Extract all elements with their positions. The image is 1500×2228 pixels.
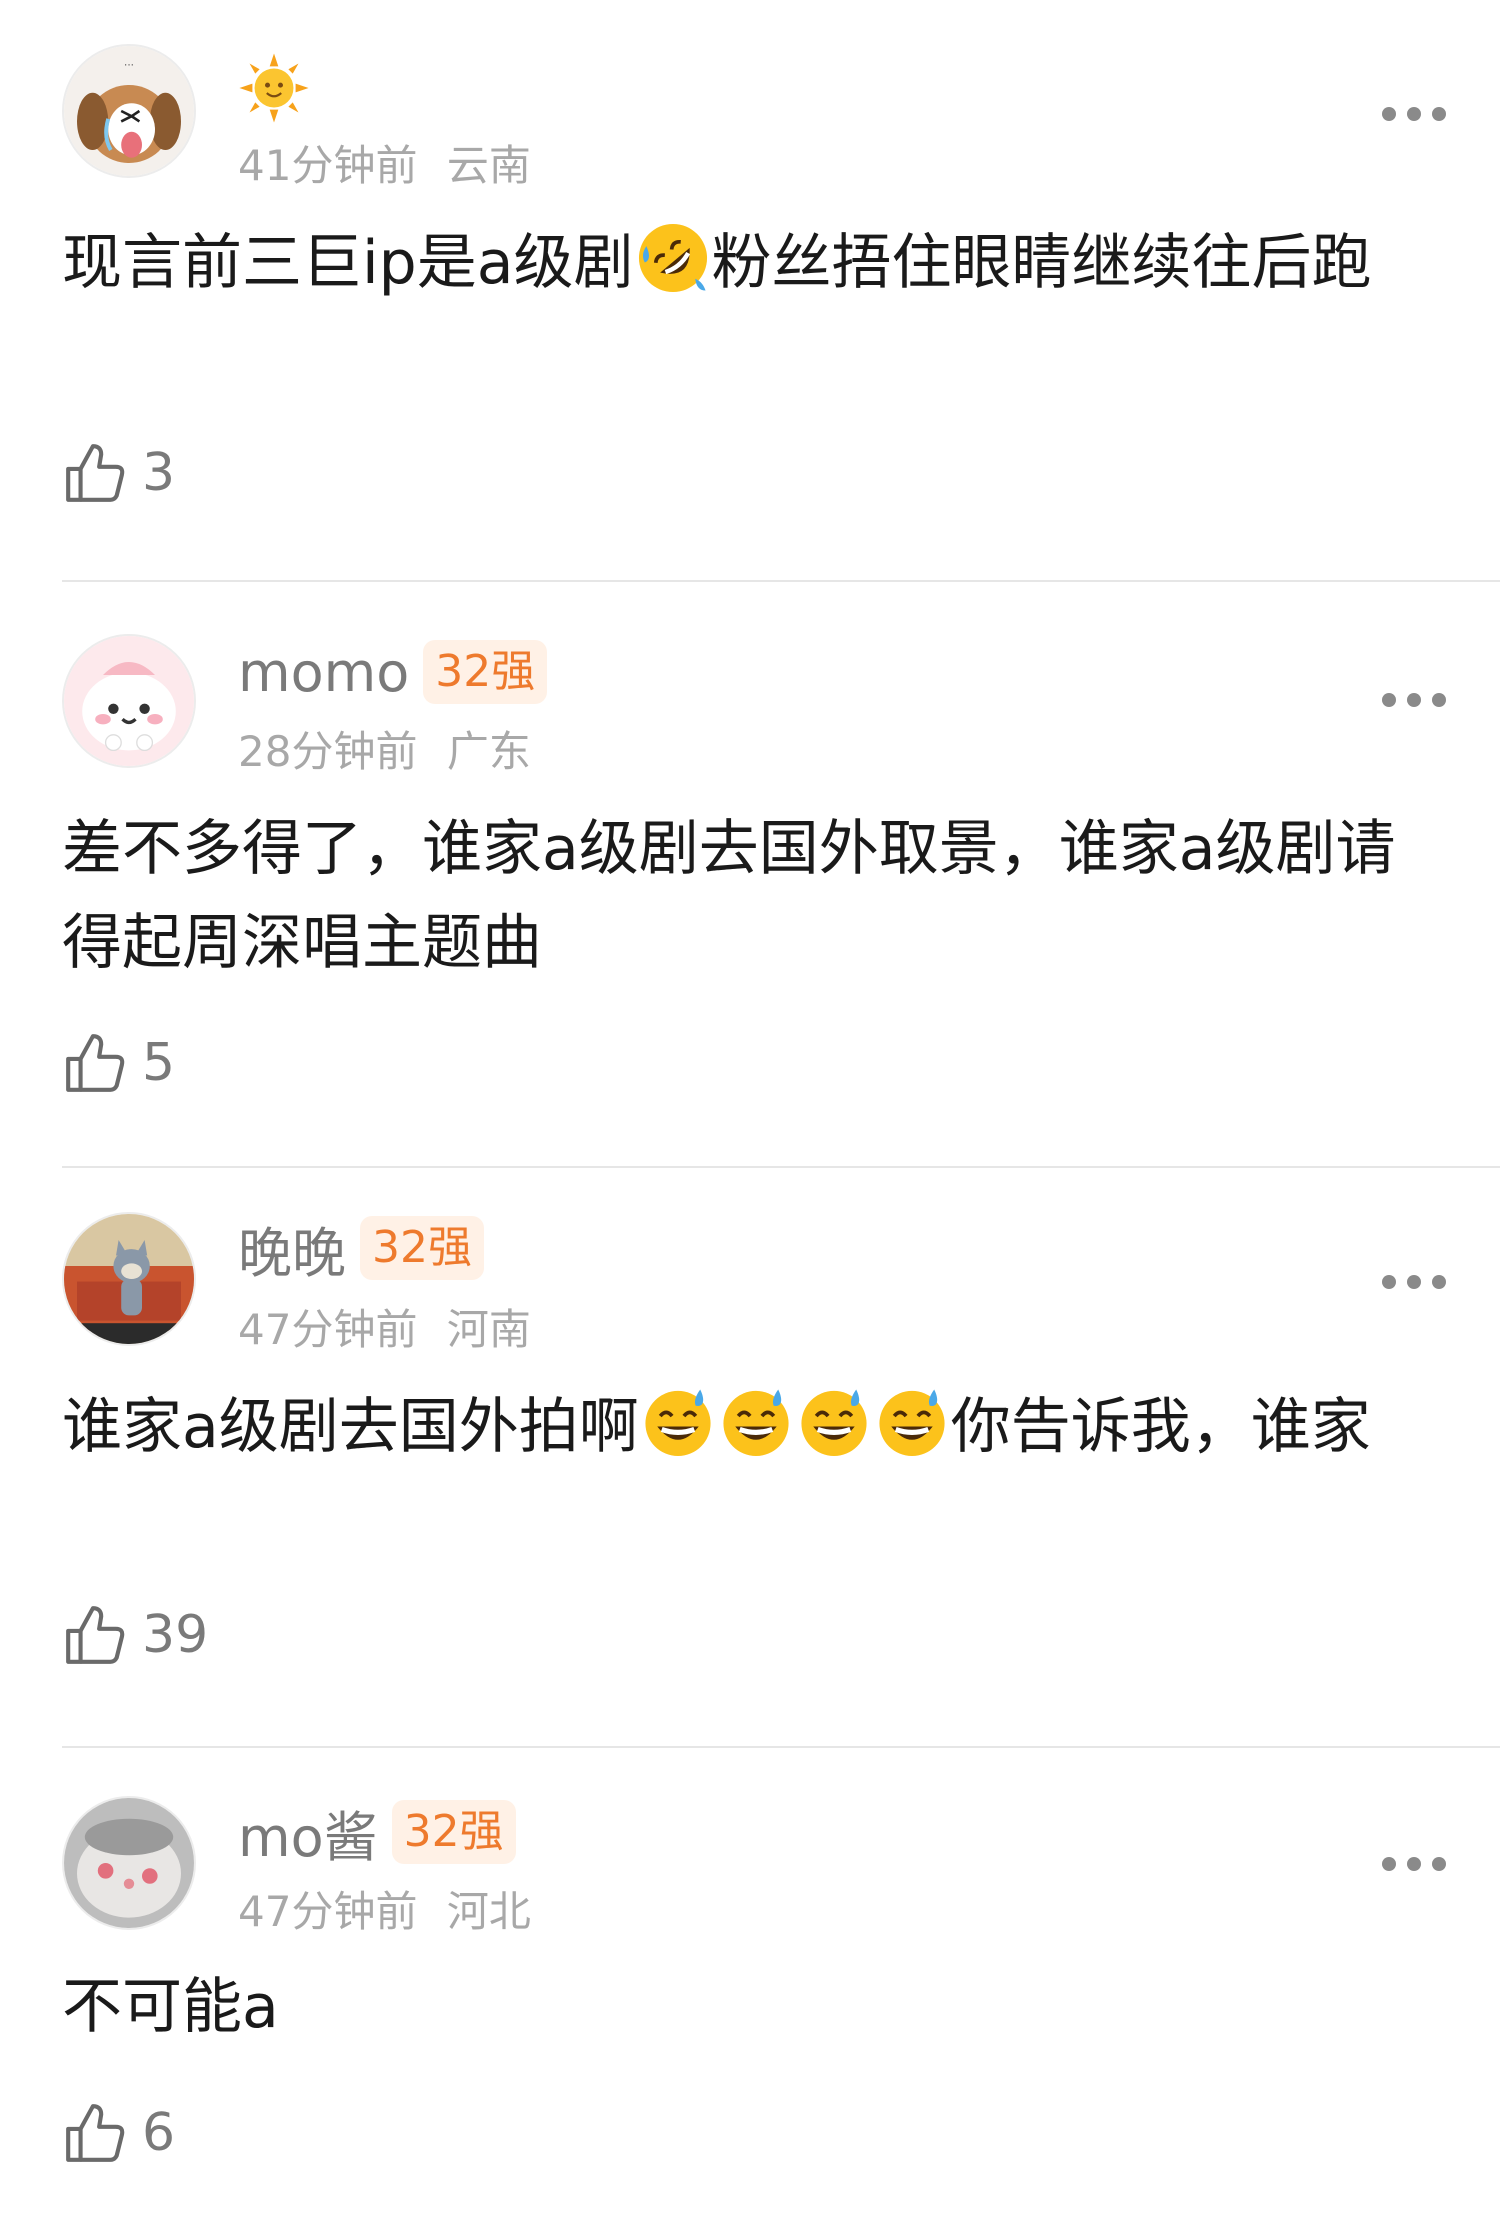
like-count: 5 xyxy=(142,1033,176,1093)
comment-text: 不可能a xyxy=(62,1972,279,2042)
comment-meta: 41分钟前 云南 xyxy=(238,132,531,193)
comment-location: 云南 xyxy=(446,141,531,190)
comment-meta: 47分钟前 河南 xyxy=(238,1296,531,1357)
comment-time: 41分钟前 xyxy=(238,141,418,190)
avatar[interactable] xyxy=(62,1796,196,1930)
grinning-sweat-emoji-icon xyxy=(723,1389,789,1457)
like-button[interactable]: 5 xyxy=(62,1030,175,1096)
pink-character-avatar-icon xyxy=(64,636,194,766)
grinning-sweat-emoji-icon xyxy=(645,1389,711,1457)
name-row: 晚晚 32强 xyxy=(238,1216,484,1285)
comment-time: 28分钟前 xyxy=(238,727,418,776)
like-button[interactable]: 39 xyxy=(62,1602,208,1668)
comment-time: 47分钟前 xyxy=(238,1887,418,1936)
username[interactable]: 晚晚 xyxy=(238,1209,346,1288)
comment-location: 河南 xyxy=(446,1305,531,1354)
comment-text: 现言前三巨ip是a级剧 粉丝捂住眼睛继续往后跑 xyxy=(62,216,1452,310)
thumbs-up-icon xyxy=(66,2104,125,2162)
dog-avatar-icon: ... xyxy=(64,46,194,176)
comment-meta: 47分钟前 河北 xyxy=(238,1878,531,1939)
divider xyxy=(62,580,1500,582)
rolling-laughing-emoji-icon xyxy=(638,223,707,293)
sun-icon xyxy=(239,53,309,123)
name-row: mo酱 32强 xyxy=(238,1800,516,1869)
hamster-avatar-icon xyxy=(64,1798,194,1928)
thumbs-up-icon xyxy=(66,444,125,502)
cartoon-cat-avatar-icon xyxy=(64,1214,194,1344)
divider xyxy=(62,1746,1500,1748)
svg-text:...: ... xyxy=(124,57,134,69)
like-count: 6 xyxy=(142,2103,176,2163)
like-button[interactable]: 6 xyxy=(62,2100,175,2166)
like-button[interactable]: 3 xyxy=(62,440,175,506)
name-row xyxy=(238,53,310,123)
thumbs-up-icon xyxy=(66,1034,125,1092)
like-count: 3 xyxy=(142,443,176,503)
grinning-sweat-emoji-icon xyxy=(879,1389,945,1457)
name-row: momo 32强 xyxy=(238,640,548,704)
more-dots-icon[interactable] xyxy=(1382,104,1446,124)
rank-badge: 32强 xyxy=(423,640,548,704)
comment-text: 谁家a级剧去国外拍啊 你告诉我，谁家 xyxy=(62,1380,1452,1474)
divider xyxy=(62,1166,1500,1168)
rank-badge: 32强 xyxy=(391,1800,516,1864)
comment-location: 河北 xyxy=(446,1887,531,1936)
more-dots-icon[interactable] xyxy=(1382,1272,1446,1292)
like-count: 39 xyxy=(142,1605,209,1665)
comment-meta: 28分钟前 广东 xyxy=(238,718,531,779)
comment-time: 47分钟前 xyxy=(238,1305,418,1354)
more-dots-icon[interactable] xyxy=(1382,1854,1446,1874)
avatar[interactable] xyxy=(62,1212,196,1346)
avatar[interactable]: ... xyxy=(62,44,196,178)
grinning-sweat-emoji-icon xyxy=(801,1389,867,1457)
thumbs-up-icon xyxy=(66,1606,125,1664)
comment-location: 广东 xyxy=(446,727,531,776)
avatar[interactable] xyxy=(62,634,196,768)
username[interactable]: mo酱 xyxy=(238,1793,378,1872)
comment-text: 差不多得了，谁家a级剧去国外取景，谁家a级剧请得起周深唱主题曲 xyxy=(62,814,1396,978)
rank-badge: 32强 xyxy=(360,1216,484,1280)
more-dots-icon[interactable] xyxy=(1382,690,1446,710)
username[interactable]: momo xyxy=(238,641,409,704)
